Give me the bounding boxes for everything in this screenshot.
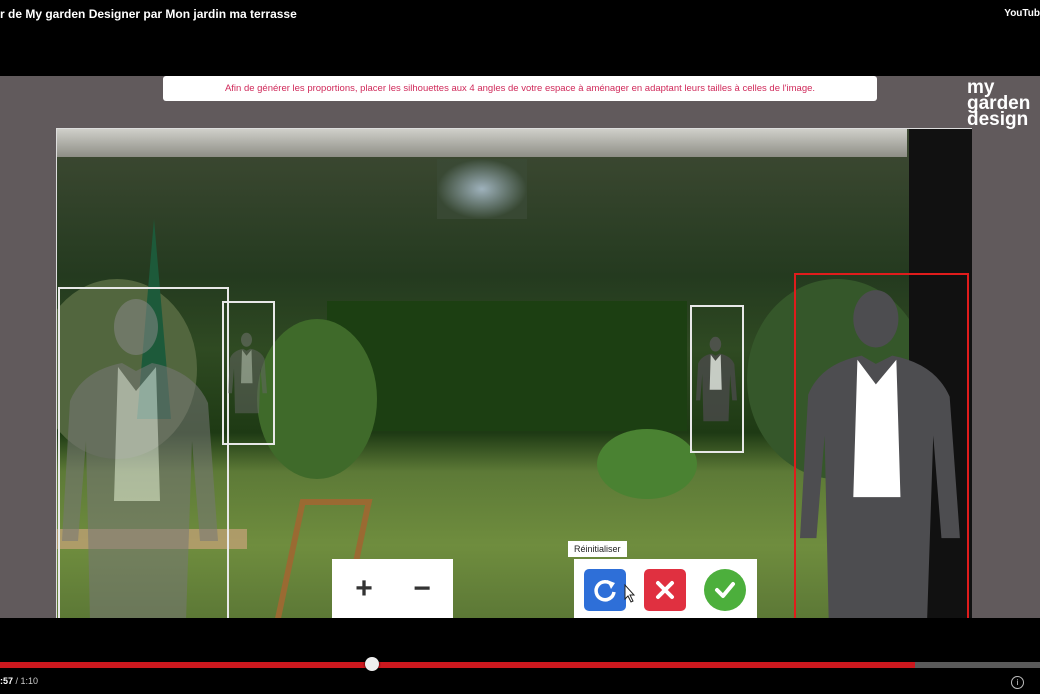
hedge xyxy=(327,301,687,431)
progress-played xyxy=(0,662,373,668)
check-icon xyxy=(715,582,735,598)
instruction-banner: Afin de générer les proportions, placer … xyxy=(163,76,877,101)
player-controls xyxy=(0,618,1040,694)
confirm-button[interactable] xyxy=(704,569,746,611)
size-controls: + − xyxy=(332,559,453,618)
bush-center xyxy=(597,429,697,499)
silhouette-front-right-frame[interactable] xyxy=(794,273,969,618)
silhouette-back-right-frame[interactable] xyxy=(690,305,744,453)
silhouette-front-left-frame[interactable] xyxy=(58,287,229,618)
progress-bar[interactable] xyxy=(0,662,1040,668)
duration: 1:10 xyxy=(20,676,39,686)
zoom-in-button[interactable]: + xyxy=(344,569,384,609)
pergola-roof xyxy=(57,129,907,157)
sky xyxy=(437,159,527,219)
bush-left xyxy=(257,319,377,479)
silhouette-back-left-frame[interactable] xyxy=(222,301,275,445)
reset-button[interactable] xyxy=(584,569,626,611)
person-silhouette-front-right[interactable] xyxy=(800,281,964,618)
current-time: :57 xyxy=(0,676,14,686)
logo-line-3: design xyxy=(967,109,1029,130)
close-icon xyxy=(656,581,674,599)
zoom-out-button[interactable]: − xyxy=(402,569,442,609)
action-controls xyxy=(574,559,757,618)
video-title[interactable]: r de My garden Designer par Mon jardin m… xyxy=(0,7,297,21)
info-icon[interactable]: i xyxy=(1011,676,1024,689)
youtube-label[interactable]: YouTub xyxy=(1004,8,1040,19)
logo: my garden design xyxy=(967,78,1030,130)
reset-icon xyxy=(594,580,616,602)
person-silhouette-front-left[interactable] xyxy=(62,289,222,618)
cursor-icon xyxy=(624,583,636,603)
time-separator: / xyxy=(13,676,21,686)
time-display: :57 / 1:10 xyxy=(0,676,38,686)
reset-tooltip: Réinitialiser xyxy=(568,541,627,557)
video-title-bar: r de My garden Designer par Mon jardin m… xyxy=(0,0,1040,30)
cancel-button[interactable] xyxy=(644,569,686,611)
person-silhouette-back-right[interactable] xyxy=(696,309,738,447)
garden-photo: + − xyxy=(56,128,972,618)
app-stage: Afin de générer les proportions, placer … xyxy=(0,76,1040,618)
person-silhouette-back-left[interactable] xyxy=(228,305,268,439)
